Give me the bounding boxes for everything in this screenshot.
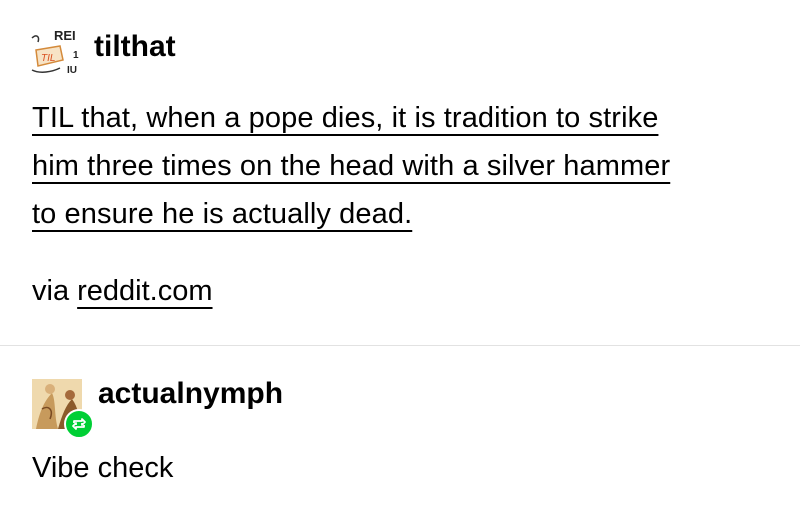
- reblog-comment: Vibe check: [32, 452, 174, 484]
- post-body-line-1[interactable]: TIL that, when a pope dies, it is tradit…: [32, 102, 658, 134]
- actualnymph-username[interactable]: actualnymph: [98, 377, 283, 411]
- svg-text:REI: REI: [54, 28, 76, 43]
- reblog-header: actualnymph: [32, 377, 283, 439]
- actualnymph-avatar[interactable]: [32, 379, 94, 439]
- post-body-line-2[interactable]: him three times on the head with a silve…: [32, 150, 670, 182]
- reblog-badge: [64, 409, 94, 439]
- divider: [0, 345, 800, 346]
- reblog-icon: [72, 418, 86, 430]
- svg-text:TIL: TIL: [41, 53, 55, 64]
- tilthat-username[interactable]: tilthat: [94, 30, 176, 64]
- post-body-line-3[interactable]: to ensure he is actually dead.: [32, 198, 412, 230]
- svg-text:1: 1: [73, 50, 79, 61]
- post-header: REI 1 IU TIL tilthat: [30, 28, 176, 78]
- svg-text:IU: IU: [67, 65, 77, 76]
- source-link[interactable]: reddit.com: [77, 275, 212, 307]
- post-body: TIL that, when a pope dies, it is tradit…: [32, 94, 772, 238]
- via-source: via reddit.com: [32, 275, 213, 308]
- via-label: via: [32, 275, 70, 307]
- til-logo-icon: REI 1 IU TIL: [30, 28, 80, 78]
- tilthat-avatar[interactable]: REI 1 IU TIL: [30, 28, 80, 78]
